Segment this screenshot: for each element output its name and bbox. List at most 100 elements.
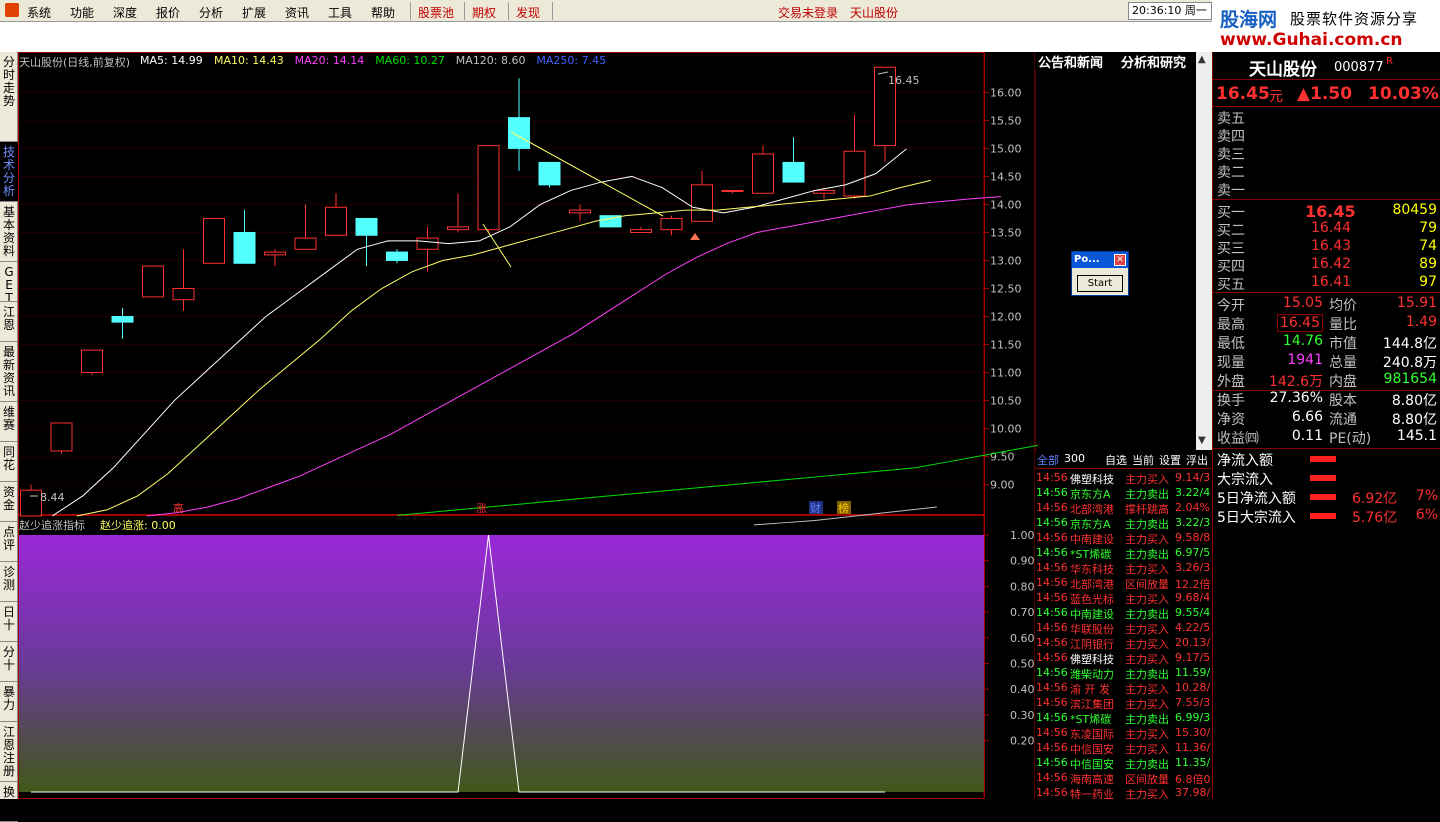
news-value: 6.99/3 [1175, 711, 1211, 724]
menu-item[interactable]: 功能 [70, 4, 94, 21]
side-tab[interactable]: 分时走势 [0, 52, 18, 142]
chart-marker: 涨 [476, 502, 487, 515]
menu-item[interactable]: 工具 [328, 4, 352, 21]
stat-key: 净资 [1217, 412, 1245, 428]
news-row[interactable]: 14:56 京东方A 主力卖出 3.22/4 [1035, 486, 1212, 501]
clock: 20:36:10 周一 [1128, 2, 1212, 20]
divider [1213, 79, 1440, 80]
news-row[interactable]: 14:56 东凌国际 主力买入 15.30/ [1035, 726, 1212, 741]
news-row[interactable]: 14:56 佛塑科技 主力买入 9.14/3 [1035, 471, 1212, 486]
side-tab[interactable]: 资金 [0, 482, 18, 522]
candle-body [447, 226, 469, 231]
side-tab[interactable]: 诊测 [0, 562, 18, 602]
news-row[interactable]: 14:56 海南高速 区间放量 6.8倍0 [1035, 771, 1212, 786]
side-tab[interactable]: 暴力 [0, 682, 18, 722]
menu-item[interactable]: 资讯 [285, 4, 309, 21]
news-row[interactable]: 14:56 江阴银行 主力买入 20.13/ [1035, 636, 1212, 651]
y-tick-label: 15.50 [990, 114, 1022, 127]
news-value: 6.97/5 [1175, 546, 1211, 559]
buy-volume: 97 [1419, 274, 1437, 290]
news-stock: 特一药业 [1070, 788, 1114, 799]
side-tab[interactable]: 维赛 [0, 402, 18, 442]
news-row[interactable]: 14:56 北部湾港 撑杆跳高 2.04% [1035, 501, 1212, 516]
news-row[interactable]: 14:56 滨江集团 主力买入 7.55/3 [1035, 696, 1212, 711]
news-row[interactable]: 14:56 特一药业 主力买入 37.98/ [1035, 786, 1212, 799]
side-tab[interactable]: 换手 [0, 782, 18, 822]
news-stock: *ST烯碳 [1070, 713, 1112, 726]
login-status[interactable]: 交易未登录 [778, 4, 838, 21]
menu-item[interactable]: 系统 [27, 4, 51, 21]
side-tab[interactable]: 江恩 [0, 302, 18, 342]
indicator-y-tick: 1.00 [1010, 529, 1035, 542]
side-tab[interactable]: 技术分析 [0, 142, 18, 202]
current-stock: 天山股份 [850, 6, 899, 20]
side-tab[interactable]: 江恩注册 [0, 722, 18, 782]
news-row[interactable]: 14:56 *ST烯碳 主力卖出 6.97/5 [1035, 546, 1212, 561]
menu-item-red[interactable]: 发现 [516, 4, 540, 21]
flow-label: 大宗流入 [1217, 472, 1273, 488]
side-tab[interactable]: 点评 [0, 522, 18, 562]
news-row[interactable]: 14:56 佛塑科技 主力买入 9.17/5 [1035, 651, 1212, 666]
divider [1213, 106, 1440, 107]
side-tab[interactable]: 最新资讯 [0, 342, 18, 402]
stat-row: 现量 1941 总量 240.8万 [1213, 352, 1440, 371]
close-icon[interactable]: ✕ [1114, 254, 1126, 266]
news-row[interactable]: 14:56 中信国安 主力买入 11.36/ [1035, 741, 1212, 756]
start-button[interactable]: Start [1077, 275, 1123, 292]
news-filter-tab[interactable]: 设置 [1159, 452, 1181, 468]
news-row[interactable]: 14:56 北部湾港 区间放量 12.2倍 [1035, 576, 1212, 591]
news-filter-tab[interactable]: 浮出 [1186, 452, 1208, 468]
side-tab[interactable]: 日十 [0, 602, 18, 642]
stat-value: 16.45 [1276, 314, 1323, 332]
news-row[interactable]: 14:56 潍柴动力 主力卖出 11.59/ [1035, 666, 1212, 681]
stat-value: 144.8亿 [1382, 336, 1437, 352]
menu-item-red[interactable]: 股票池 [418, 4, 454, 21]
candle-body [630, 229, 652, 233]
news-time: 14:56 [1036, 681, 1068, 694]
price-change: ▲1.50 [1297, 84, 1353, 104]
news-filter-tab[interactable]: 300 [1064, 452, 1085, 465]
side-tab[interactable]: 分十 [0, 642, 18, 682]
news-row[interactable]: 14:56 中南建设 主力卖出 9.55/4 [1035, 606, 1212, 621]
news-row[interactable]: 14:56 蓝色光标 主力买入 9.68/4 [1035, 591, 1212, 606]
news-row[interactable]: 14:56 渝 开 发 主力买入 10.28/ [1035, 681, 1212, 696]
chart-marker: 高 [173, 501, 184, 515]
flow-value: 5.76亿 [1352, 510, 1398, 526]
news-row[interactable]: 14:56 华联股份 主力买入 4.22/5 [1035, 621, 1212, 636]
ma-label: MA60: 10.27 [375, 54, 445, 67]
menu-item[interactable]: 帮助 [371, 4, 395, 21]
menu-item[interactable]: 扩展 [242, 4, 266, 21]
flow-label: 5日大宗流入 [1217, 510, 1296, 526]
news-row[interactable]: 14:56 京东方A 主力卖出 3.22/3 [1035, 516, 1212, 531]
side-tab[interactable]: 基本资料 [0, 202, 18, 262]
scrollbar[interactable]: ▲ ▼ [1196, 52, 1212, 450]
indicator-y-tick: 0.80 [1010, 580, 1035, 593]
buy-row: 买二 16.44 79 [1213, 220, 1440, 239]
menu-item[interactable]: 报价 [156, 4, 180, 21]
news-row[interactable]: 14:56 华东科技 主力买入 3.26/3 [1035, 561, 1212, 576]
stat-row: 最高 16.45 量比 1.49 [1213, 314, 1440, 333]
news-filter-tab[interactable]: 自选 [1105, 452, 1127, 468]
side-tab[interactable]: 同花 [0, 442, 18, 482]
tab-announcements[interactable]: 公告和新闻 [1038, 52, 1103, 71]
side-tab-label: GET [4, 265, 14, 302]
tab-analysis[interactable]: 分析和研究 [1121, 52, 1186, 71]
buy-label: 买四 [1217, 259, 1245, 275]
side-tab[interactable]: GET [0, 262, 18, 302]
news-row[interactable]: 14:56 中南建设 主力买入 9.58/8 [1035, 531, 1212, 546]
menu-item[interactable]: 深度 [113, 4, 137, 21]
news-filter-tab[interactable]: 全部 [1037, 452, 1059, 468]
menu-item-red[interactable]: 期权 [472, 4, 496, 21]
price-row: 16.45 元 ▲1.50 10.03% [1213, 84, 1440, 105]
news-action: 主力买入 [1125, 728, 1169, 741]
news-stock: 北部湾港 [1070, 503, 1114, 516]
scroll-down-icon[interactable]: ▼ [1198, 435, 1206, 446]
kline-chart-area[interactable]: 16.00 15.50 15.00 14.50 14.00 13.50 13.00 12.50… [18, 52, 1038, 799]
scroll-up-icon[interactable]: ▲ [1198, 54, 1206, 65]
candle-body [508, 117, 530, 149]
menu-item[interactable]: 分析 [199, 4, 223, 21]
news-row[interactable]: 14:56 *ST烯碳 主力卖出 6.99/3 [1035, 711, 1212, 726]
low-price-label: 8.44 [40, 491, 65, 504]
news-filter-tab[interactable]: 当前 [1132, 452, 1154, 468]
news-row[interactable]: 14:56 中信国安 主力卖出 11.35/ [1035, 756, 1212, 771]
